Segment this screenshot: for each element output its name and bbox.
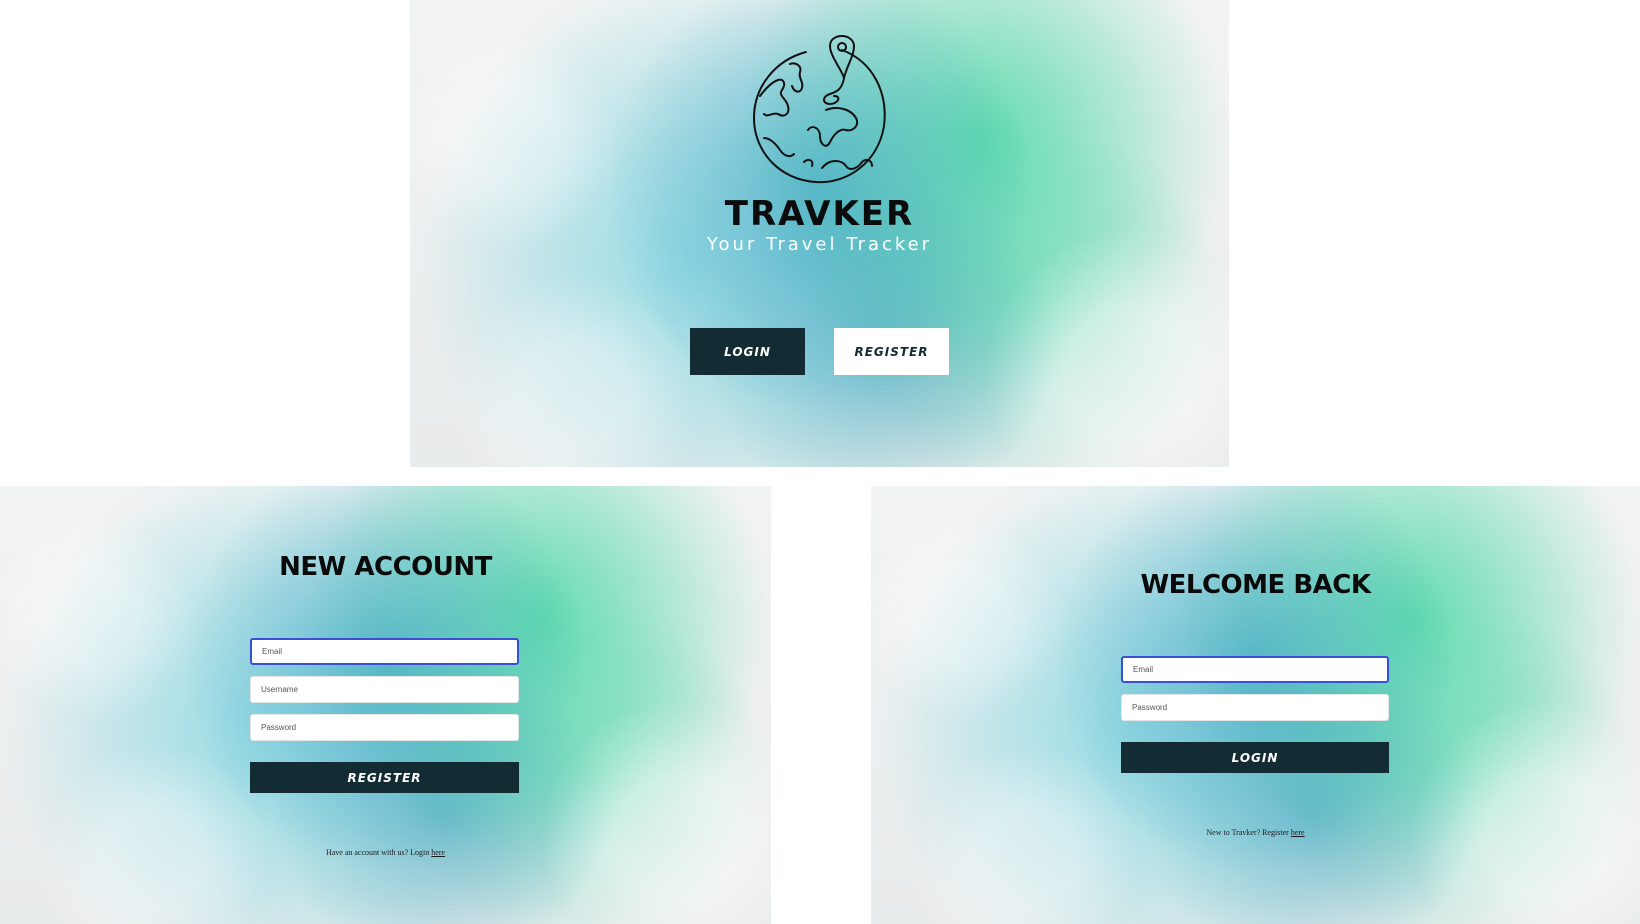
register-email-field[interactable]	[250, 638, 519, 665]
register-password-field[interactable]	[250, 714, 519, 741]
register-title: NEW ACCOUNT	[279, 552, 492, 582]
login-here-link[interactable]: here	[431, 848, 445, 857]
login-submit-button[interactable]: LOGIN	[1121, 742, 1389, 773]
register-here-link[interactable]: here	[1291, 828, 1305, 837]
landing-screen: TRAVKER Your Travel Tracker LOGIN REGIST…	[410, 0, 1229, 467]
login-password-field[interactable]	[1121, 694, 1389, 721]
login-footer: New to Travker? Register here	[871, 828, 1640, 837]
register-submit-button[interactable]: REGISTER	[250, 762, 519, 793]
register-screen: NEW ACCOUNT REGISTER Have an account wit…	[0, 486, 771, 924]
register-button[interactable]: REGISTER	[834, 328, 949, 375]
login-screen: WELCOME BACK LOGIN New to Travker? Regis…	[871, 486, 1640, 924]
login-title: WELCOME BACK	[1140, 570, 1371, 600]
register-footer: Have an account with us? Login here	[0, 848, 771, 857]
brand-name: TRAVKER	[724, 194, 915, 234]
brand-tagline: Your Travel Tracker	[706, 234, 933, 255]
globe-with-location-pin-icon	[753, 35, 886, 184]
login-footer-text: New to Travker? Register	[1206, 828, 1291, 837]
login-button[interactable]: LOGIN	[690, 328, 805, 375]
login-email-field[interactable]	[1121, 656, 1389, 683]
register-footer-text: Have an account with us? Login	[325, 848, 432, 857]
register-username-field[interactable]	[250, 676, 519, 703]
